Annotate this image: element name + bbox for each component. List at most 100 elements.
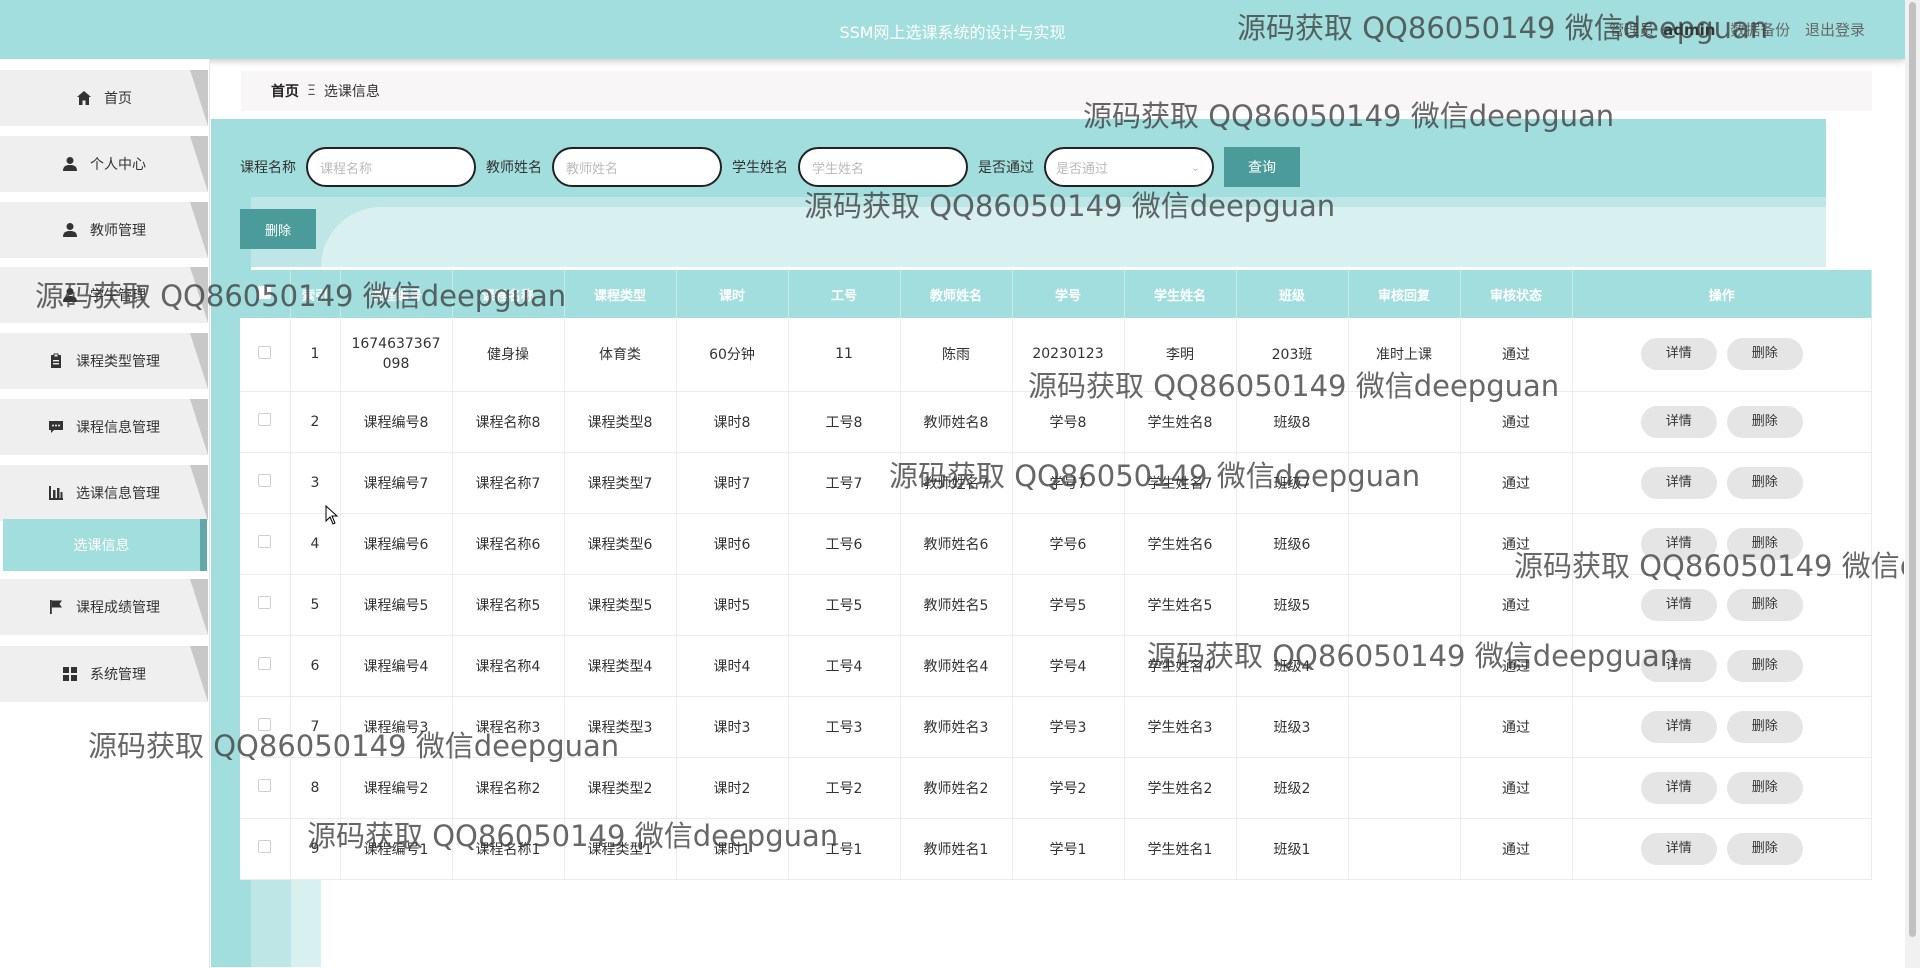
query-button[interactable]: 查询 (1224, 147, 1300, 187)
batch-delete-button[interactable]: 删除 (240, 209, 316, 249)
cell-type: 课程类型2 (564, 757, 677, 819)
logout-link[interactable]: 退出登录 (1805, 21, 1865, 39)
cell-idx: 8 (290, 757, 341, 819)
mouse-cursor-icon (325, 505, 339, 525)
select-all-header[interactable] (240, 270, 291, 318)
detail-button[interactable]: 详情 (1640, 588, 1717, 621)
cell-idx: 1 (290, 318, 341, 392)
cell-job-no: 工号5 (788, 574, 901, 636)
cell-student: 学生姓名3 (1124, 696, 1237, 758)
cell-hours: 课时7 (676, 452, 789, 514)
sidebar-item-label: 学生管理 (90, 288, 146, 304)
cell-hours: 课时6 (676, 513, 789, 575)
detail-button[interactable]: 详情 (1640, 338, 1717, 371)
cell-class: 203班 (1236, 318, 1349, 392)
cell-type: 课程类型5 (564, 574, 677, 636)
cell-idx: 3 (290, 452, 341, 514)
sidebar-item-system-management[interactable]: 系统管理 (0, 646, 208, 702)
detail-button[interactable]: 详情 (1640, 832, 1717, 865)
grid-icon (62, 666, 78, 682)
row-checkbox[interactable] (258, 413, 272, 426)
chart-icon (48, 485, 64, 501)
cell-code: 课程编号1 (340, 818, 453, 880)
row-checkbox[interactable] (258, 535, 272, 548)
row-select-cell (240, 513, 291, 575)
data-backup-link[interactable]: 数据备份 (1730, 21, 1790, 39)
cell-student: 学生姓名1 (1124, 818, 1237, 880)
detail-button[interactable]: 详情 (1640, 710, 1717, 743)
sidebar-item-course-grade-management[interactable]: 课程成绩管理 (0, 579, 208, 635)
sidebar-item-course-type-management[interactable]: 课程类型管理 (0, 333, 208, 389)
cell-name: 课程名称3 (452, 696, 565, 758)
table-row: 2 课程编号8 课程名称8 课程类型8 课时8 工号8 教师姓名8 学号8 学生姓名8 班级8 通过… (240, 391, 1872, 453)
cell-code: 课程编号5 (340, 574, 453, 636)
delete-button[interactable]: 删除 (1726, 649, 1803, 682)
delete-button[interactable]: 删除 (1726, 588, 1803, 621)
row-select-cell (240, 318, 291, 392)
row-checkbox[interactable] (258, 779, 272, 792)
cell-hours: 课时4 (676, 635, 789, 697)
sidebar-item-course-info-management[interactable]: 课程信息管理 (0, 399, 208, 455)
cell-type: 课程类型7 (564, 452, 677, 514)
cell-student: 学生姓名6 (1124, 513, 1237, 575)
cell-student: 李明 (1124, 318, 1237, 392)
column-header: 教师姓名 (900, 270, 1013, 318)
delete-button[interactable]: 删除 (1726, 771, 1803, 804)
row-checkbox[interactable] (258, 596, 272, 609)
teacher-name-input[interactable]: 教师姓名 (552, 147, 722, 187)
cell-class: 班级1 (1236, 818, 1349, 880)
detail-button[interactable]: 详情 (1640, 527, 1717, 560)
row-select-cell (240, 574, 291, 636)
row-checkbox[interactable] (258, 718, 272, 731)
sidebar-item-teacher-management[interactable]: 教师管理 (0, 202, 208, 258)
row-checkbox[interactable] (258, 345, 272, 359)
detail-button[interactable]: 详情 (1640, 649, 1717, 682)
delete-button[interactable]: 删除 (1726, 832, 1803, 865)
cell-reply: 准时上课 (1348, 318, 1461, 392)
scrollbar-thumb[interactable] (1909, 2, 1916, 937)
sidebar-item-label: 教师管理 (90, 223, 146, 239)
student-name-input[interactable]: 学生姓名 (798, 147, 968, 187)
delete-button[interactable]: 删除 (1726, 405, 1803, 438)
detail-button[interactable]: 详情 (1640, 466, 1717, 499)
sidebar: 首页 个人中心 教师管理 学生管理 课程类型管理 课程信息管理 选课信息管理 选… (0, 59, 210, 968)
table-row: 8 课程编号2 课程名称2 课程类型2 课时2 工号2 教师姓名2 学号2 学生姓名2 班级2 通过… (240, 757, 1872, 819)
column-header: 课程类型 (564, 270, 677, 318)
cell-status: 通过 (1460, 391, 1573, 453)
sidebar-item-label: 课程信息管理 (76, 420, 160, 436)
row-checkbox[interactable] (258, 840, 272, 853)
cell-teacher: 教师姓名4 (900, 635, 1013, 697)
cell-job-no: 工号2 (788, 757, 901, 819)
cell-name: 课程名称2 (452, 757, 565, 819)
cell-teacher: 教师姓名6 (900, 513, 1013, 575)
table-row: 9 课程编号1 课程名称1 课程类型1 课时1 工号1 教师姓名1 学号1 学生姓名1 班级1 通过… (240, 818, 1872, 880)
cell-code: 课程编号8 (340, 391, 453, 453)
course-name-input[interactable]: 课程名称 (306, 147, 476, 187)
sidebar-subitem-course-selection-info[interactable]: 选课信息 (3, 519, 207, 571)
select-all-checkbox[interactable] (258, 285, 272, 299)
cell-reply (1348, 635, 1461, 697)
cell-student-no: 学号1 (1012, 818, 1125, 880)
sidebar-item-personal-center[interactable]: 个人中心 (0, 136, 208, 192)
column-header: 操作 (1572, 270, 1872, 318)
vertical-scrollbar[interactable] (1905, 0, 1920, 968)
sidebar-item-course-selection-management[interactable]: 选课信息管理 (0, 465, 208, 521)
row-checkbox[interactable] (258, 474, 272, 487)
detail-button[interactable]: 详情 (1640, 771, 1717, 804)
delete-button[interactable]: 删除 (1726, 466, 1803, 499)
delete-button[interactable]: 删除 (1726, 338, 1803, 371)
passed-select[interactable]: 是否通过 ⌄ (1044, 147, 1214, 187)
user-name: admin (1663, 21, 1716, 39)
cell-student-no: 学号2 (1012, 757, 1125, 819)
detail-button[interactable]: 详情 (1640, 405, 1717, 438)
delete-button[interactable]: 删除 (1726, 527, 1803, 560)
delete-button[interactable]: 删除 (1726, 710, 1803, 743)
column-header: 课时 (676, 270, 789, 318)
sidebar-item-student-management[interactable]: 学生管理 (0, 267, 208, 323)
cell-type: 课程类型3 (564, 696, 677, 758)
sidebar-item-home[interactable]: 首页 (0, 70, 208, 126)
breadcrumb-home[interactable]: 首页 (271, 81, 299, 101)
cell-job-no: 工号7 (788, 452, 901, 514)
cell-job-no: 工号6 (788, 513, 901, 575)
row-checkbox[interactable] (258, 657, 272, 670)
